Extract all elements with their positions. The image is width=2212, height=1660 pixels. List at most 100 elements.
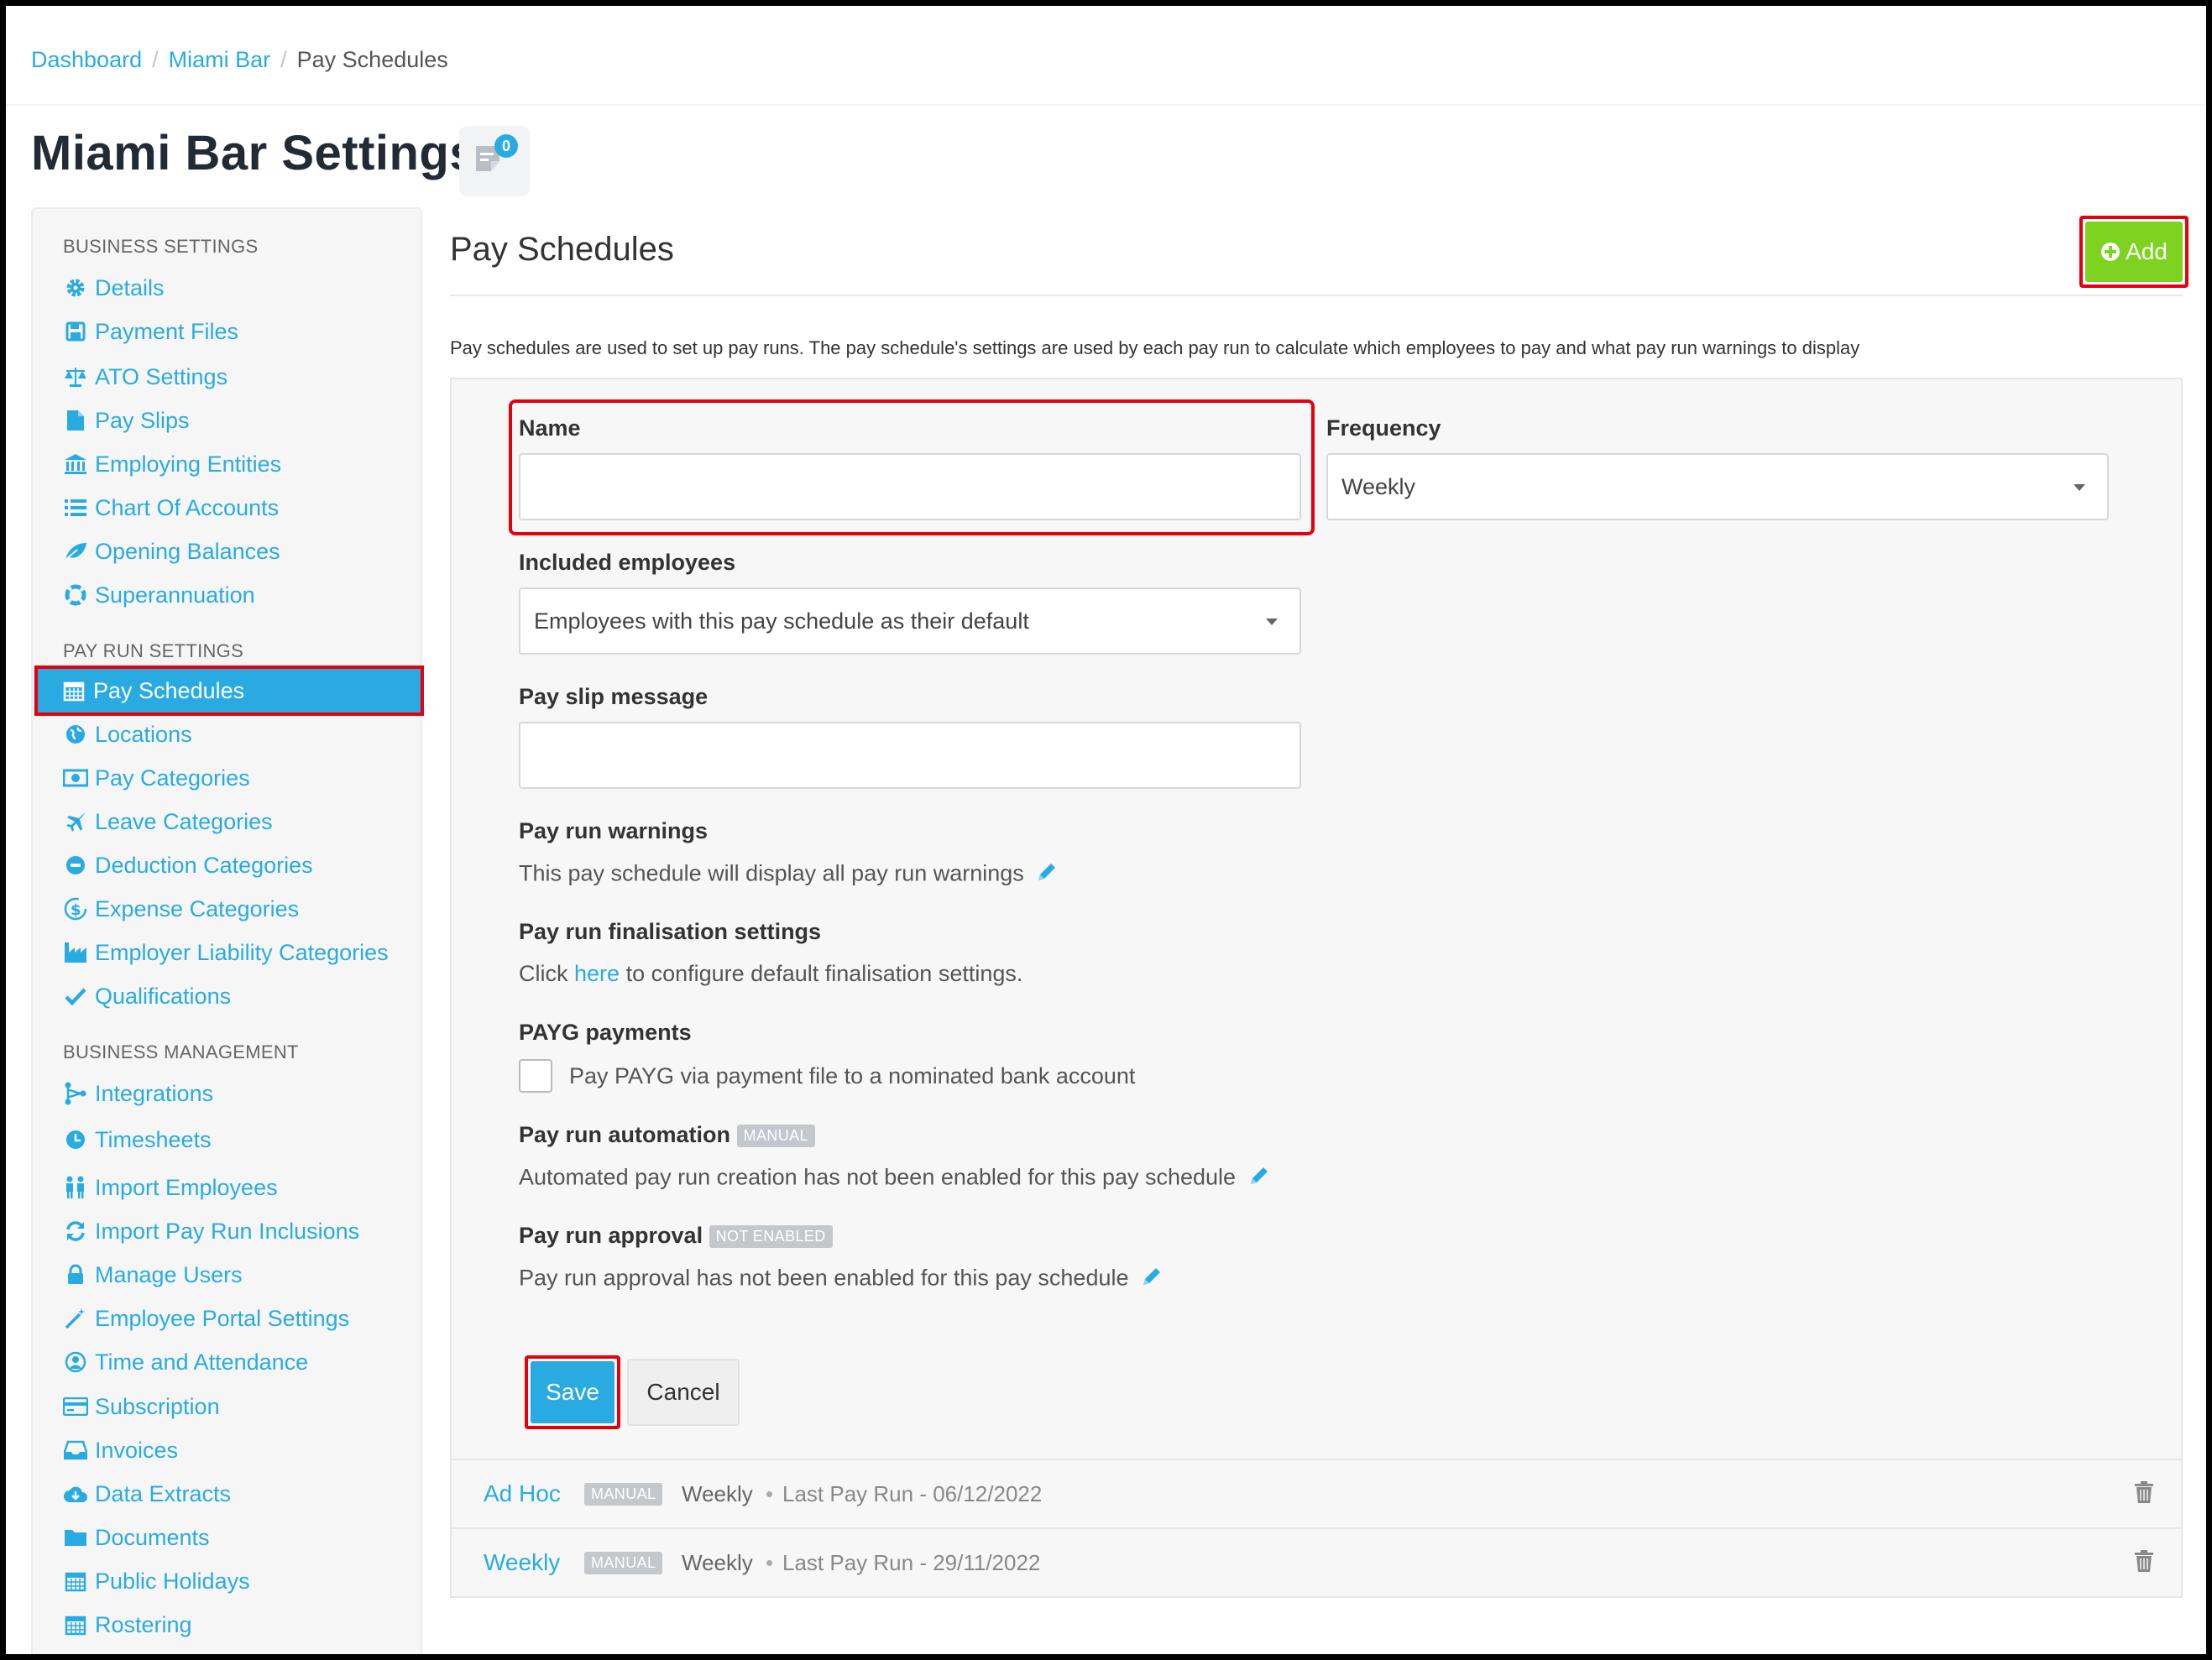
schedule-name-link[interactable]: Weekly [484,1549,560,1576]
user-circle-icon [63,1349,88,1375]
sidebar-item-documents[interactable]: Documents [63,1521,210,1554]
app-frame: Dashboard / Miami Bar / Pay Schedules Mi… [6,6,2206,1654]
approval-label: Pay run approval [519,1223,703,1248]
sidebar-item-pay-slips[interactable]: Pay Slips [63,404,190,437]
save-button-highlight: Save [525,1355,620,1429]
sidebar-heading-business-settings: BUSINESS SETTINGS [63,236,259,257]
breadcrumb-dashboard[interactable]: Dashboard [31,47,142,73]
sidebar-item-locations[interactable]: Locations [63,718,192,751]
notes-button[interactable]: 0 [459,126,530,196]
sidebar-item-pay-schedules[interactable]: Pay Schedules [34,666,424,716]
intro-text: Pay schedules are used to set up pay run… [450,337,1860,358]
frequency-select[interactable]: Weekly [1326,453,2109,520]
automation-status-badge: MANUAL [736,1125,815,1148]
payg-checkbox-label[interactable]: Pay PAYG via payment file to a nominated… [569,1063,1135,1089]
sidebar-item-integrations[interactable]: Integrations [63,1077,213,1110]
sidebar-item-superannuation[interactable]: Superannuation [63,578,255,612]
payslip-message-input[interactable] [519,722,1301,789]
sidebar-item-expense-categories[interactable]: $ Expense Categories [63,892,299,926]
sidebar-item-import-employees[interactable]: Import Employees [63,1171,278,1204]
frequency-label: Frequency [1326,415,1441,441]
payg-checkbox[interactable] [519,1059,552,1093]
sidebar-item-deduction-categories[interactable]: Deduction Categories [63,848,313,882]
finalisation-pre: Click [519,961,568,986]
sidebar-item-qualifications[interactable]: Qualifications [63,979,231,1013]
sidebar-item-public-holidays[interactable]: Public Holidays [63,1564,250,1598]
industry-icon [63,940,88,965]
sidebar-item-employing-entities[interactable]: Employing Entities [63,447,281,481]
pencil-icon[interactable] [1247,1164,1271,1193]
sidebar-item-label: Timesheets [95,1126,212,1152]
sidebar-item-label: Import Employees [95,1174,278,1200]
pay-run-warnings-value: This pay schedule will display all pay r… [519,860,1024,886]
sidebar-item-pay-categories[interactable]: Pay Categories [63,761,250,795]
sidebar-item-label: Qualifications [95,983,232,1009]
sidebar-item-rostering[interactable]: Rostering [63,1608,192,1642]
sidebar-item-invoices[interactable]: Invoices [63,1433,178,1467]
pencil-icon[interactable] [1035,860,1059,890]
list-icon [63,495,88,520]
svg-text:$: $ [71,901,81,919]
dollar-circle-icon: $ [63,896,88,921]
sidebar-heading-business-management: BUSINESS MANAGEMENT [63,1041,299,1062]
schedule-separator: • [766,1480,774,1506]
schedule-name-link[interactable]: Ad Hoc [484,1480,561,1507]
cancel-button[interactable]: Cancel [627,1359,740,1426]
sidebar-item-ato-settings[interactable]: ATO Settings [63,360,227,394]
sidebar-item-label: Documents [95,1524,210,1550]
pencil-icon[interactable] [1140,1265,1164,1294]
sidebar-item-timesheets[interactable]: Timesheets [63,1123,212,1156]
sidebar-item-label: Pay Categories [95,765,250,791]
sidebar-item-import-pay-run-inclusions[interactable]: Import Pay Run Inclusions [63,1214,359,1248]
sidebar-item-leave-categories[interactable]: Leave Categories [63,805,273,838]
lock-icon [63,1262,88,1287]
payslip-message-label: Pay slip message [519,684,709,709]
finalisation-text: Click here to configure default finalisa… [519,961,1022,987]
sidebar-item-employer-liability-categories[interactable]: Employer Liability Categories [63,936,389,969]
included-employees-select[interactable]: Employees with this pay schedule as thei… [519,587,1301,655]
chevron-down-icon [2073,484,2085,491]
schedule-row[interactable]: Ad Hoc MANUAL Weekly • Last Pay Run - 06… [450,1460,2183,1529]
approval-text: Pay run approval has not been enabled fo… [519,1265,1164,1294]
sidebar-item-label: Manage Users [95,1261,243,1287]
add-button[interactable]: Add [2085,222,2183,282]
sidebar-item-details[interactable]: Details [63,271,165,305]
finalisation-here-link[interactable]: here [574,961,620,986]
sidebar-item-label: ATO Settings [95,363,228,389]
check-icon [63,984,88,1009]
calendar-icon [63,1569,88,1594]
sidebar-item-subscription[interactable]: Subscription [63,1390,220,1423]
sidebar-item-label: Import Pay Run Inclusions [95,1218,360,1244]
automation-text: Automated pay run creation has not been … [519,1164,1271,1193]
trash-icon[interactable] [2134,1480,2154,1510]
magic-wand-icon [63,1306,88,1331]
section-title: Pay Schedules [450,231,674,268]
sidebar-item-label: Opening Balances [95,538,280,564]
sidebar-item-data-extracts[interactable]: Data Extracts [63,1477,231,1511]
gear-icon [63,275,88,300]
schedule-last-pay-run: Last Pay Run - 29/11/2022 [782,1549,1041,1575]
calendar-icon [61,678,86,703]
sidebar-item-label: Subscription [95,1393,220,1419]
breadcrumb-separator: / [152,46,159,72]
trash-icon[interactable] [2134,1549,2154,1579]
save-button[interactable]: Save [531,1361,614,1423]
sidebar-item-employee-portal-settings[interactable]: Employee Portal Settings [63,1302,349,1335]
sidebar-item-manage-users[interactable]: Manage Users [63,1258,243,1292]
sidebar-item-label: Employee Portal Settings [95,1305,350,1331]
calendar-icon [63,1612,88,1637]
schedule-separator: • [766,1549,774,1575]
breadcrumb-miami-bar[interactable]: Miami Bar [169,47,271,73]
name-label: Name [519,415,581,441]
sidebar-item-opening-balances[interactable]: Opening Balances [63,535,280,568]
sidebar-item-time-and-attendance[interactable]: Time and Attendance [63,1345,308,1379]
sidebar-item-payment-files[interactable]: Payment Files [63,315,238,348]
schedule-row[interactable]: Weekly MANUAL Weekly • Last Pay Run - 29… [450,1529,2183,1598]
section-divider [450,295,2183,296]
name-input[interactable] [519,453,1301,520]
sidebar-item-label: Leave Categories [95,808,273,834]
life-ring-icon [63,582,88,608]
folder-icon [63,1525,88,1550]
sidebar-item-chart-of-accounts[interactable]: Chart Of Accounts [63,491,279,525]
approval-status-badge: NOT ENABLED [709,1225,833,1249]
